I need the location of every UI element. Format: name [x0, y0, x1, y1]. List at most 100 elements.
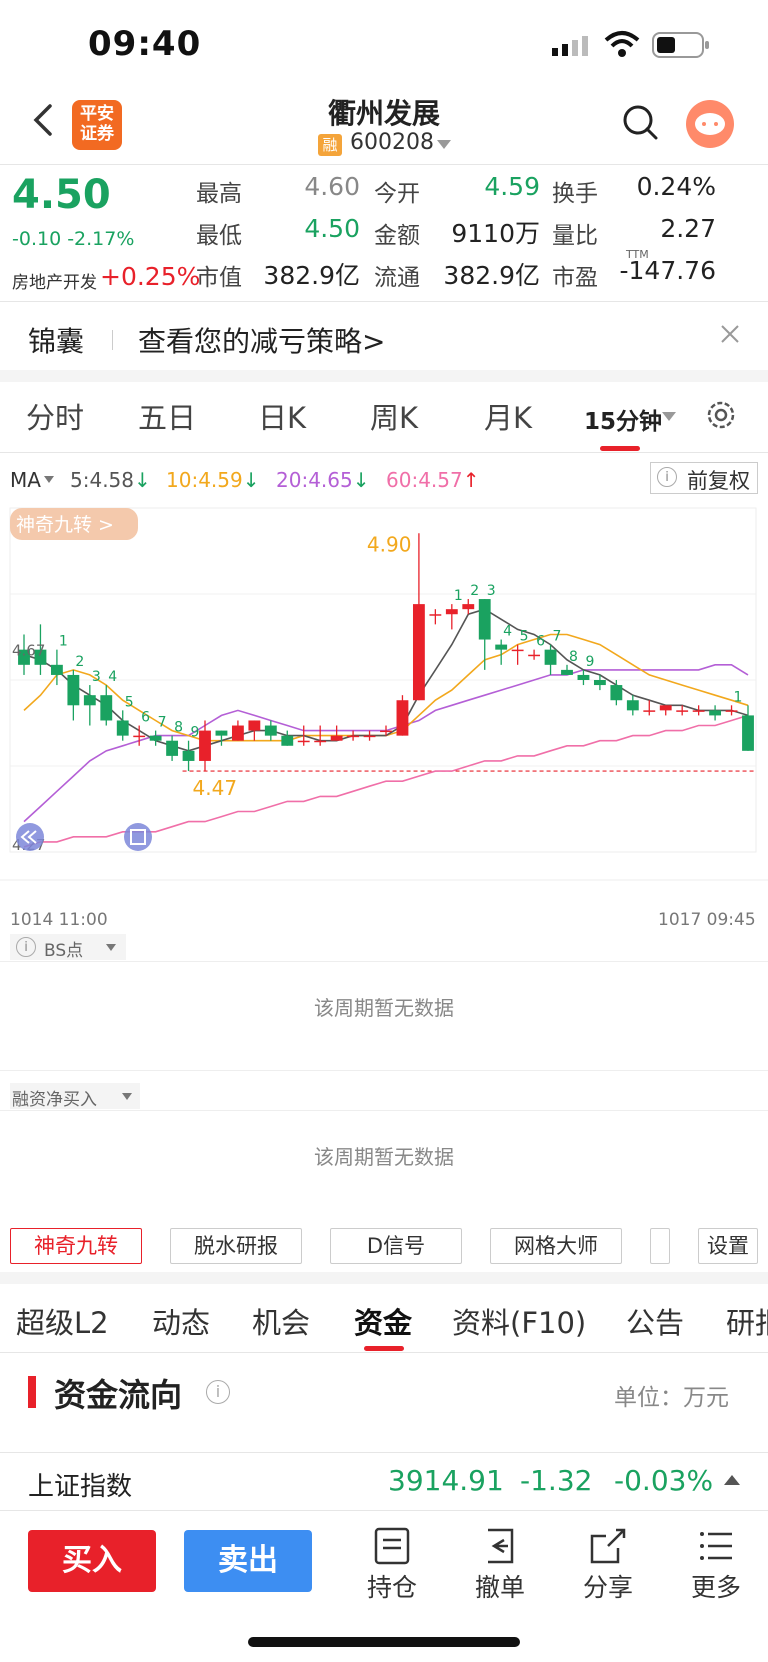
margin-tag: 融	[318, 134, 342, 156]
position-icon[interactable]	[372, 1526, 412, 1566]
candle-body	[742, 715, 754, 751]
candle-body	[231, 725, 244, 741]
share-label[interactable]: 分享	[568, 1568, 648, 1604]
code-dropdown-icon[interactable]	[437, 140, 451, 149]
candle-body	[544, 649, 557, 665]
divider	[0, 1510, 768, 1511]
ma10-text: 10:4.59	[166, 468, 243, 492]
time-end: 1017 09:45	[658, 910, 756, 930]
candle-body	[314, 740, 327, 743]
share-icon[interactable]	[588, 1526, 628, 1566]
candle-body	[182, 750, 195, 761]
position-label[interactable]: 持仓	[352, 1568, 432, 1604]
unit-label: 单位：万元	[614, 1385, 729, 1411]
candle-body	[643, 710, 656, 712]
tab-opportunity[interactable]: 机会	[252, 1300, 310, 1342]
kline-chart[interactable]: 12345678912345678914.904.474.674.27神奇九转 …	[0, 500, 768, 905]
td-count-label: 4	[503, 624, 512, 640]
tool-magic-nine[interactable]: 神奇九转	[10, 1228, 142, 1264]
tab-timeshare[interactable]: 分时	[26, 395, 84, 437]
ma10-value: 10:4.59↓	[166, 468, 259, 492]
divider	[0, 1352, 768, 1353]
tab-monthly-k[interactable]: 月K	[484, 395, 532, 437]
divider	[0, 1070, 768, 1071]
candle-body	[199, 730, 211, 761]
more-icon[interactable]	[696, 1526, 736, 1566]
price-change: -0.10 -2.17%	[12, 228, 135, 250]
tab-news[interactable]: 动态	[152, 1300, 210, 1342]
gear-icon[interactable]	[703, 397, 739, 433]
tab-five-day[interactable]: 五日	[138, 395, 196, 437]
low-price-label: 4.47	[193, 776, 238, 800]
tab-15min[interactable]: 15分钟	[584, 402, 662, 436]
sector-change[interactable]: +0.25%	[100, 262, 200, 291]
search-icon[interactable]	[620, 102, 660, 142]
expand-up-icon[interactable]	[724, 1475, 740, 1485]
capital-flow-title: 资金流向	[54, 1376, 183, 1414]
last-price: 4.50	[12, 172, 111, 218]
tab-research[interactable]: 研报	[726, 1300, 768, 1342]
candle-body	[725, 710, 738, 712]
close-icon[interactable]	[718, 322, 742, 346]
quote-value: 4.60	[304, 172, 360, 201]
candle-body	[676, 710, 689, 712]
index-change: -1.32	[520, 1464, 593, 1497]
ma-dropdown-icon[interactable]	[44, 476, 54, 483]
tab-weekly-k[interactable]: 周K	[370, 395, 418, 437]
candle-body	[50, 664, 63, 675]
margin-selector[interactable]: 融资净买入	[10, 1083, 140, 1110]
ma-label[interactable]: MA	[10, 468, 41, 492]
sector-name[interactable]: 房地产开发	[12, 268, 97, 293]
tool-grid-master[interactable]: 网格大师	[490, 1228, 622, 1264]
adjust-button[interactable]: i 前复权	[650, 462, 758, 494]
candle-body	[116, 720, 129, 736]
candle-body	[264, 725, 277, 736]
buy-button[interactable]: 买入	[28, 1530, 156, 1592]
tool-research[interactable]: 脱水研报	[170, 1228, 302, 1264]
candle-body	[380, 730, 392, 733]
margin-label: 融资净买入	[12, 1090, 97, 1110]
bs-point-label: BS点	[44, 941, 84, 961]
tab-level2[interactable]: 超级L2	[16, 1300, 109, 1342]
cancel-order-icon[interactable]	[480, 1526, 520, 1566]
tab-f10[interactable]: 资料(F10)	[452, 1300, 586, 1342]
td-count-label: 7	[158, 715, 167, 731]
ttm-superscript: TTM	[626, 248, 649, 261]
td-count-label: 4	[108, 669, 117, 685]
info-icon: i	[16, 937, 36, 957]
candle-body	[577, 674, 590, 680]
stock-code[interactable]: 600208	[350, 130, 434, 155]
tab-announcement[interactable]: 公告	[626, 1300, 684, 1342]
more-label[interactable]: 更多	[676, 1568, 756, 1604]
tip-title: 锦囊	[28, 325, 85, 358]
td-count-label: 5	[125, 694, 134, 710]
tool-settings[interactable]: 设置	[698, 1228, 758, 1264]
battery-icon	[652, 32, 709, 58]
td-count-label: 2	[75, 654, 84, 670]
tip-link[interactable]: 查看您的减亏策略>	[138, 320, 385, 360]
bs-point-selector[interactable]: i BS点	[10, 934, 126, 961]
tab-daily-k[interactable]: 日K	[258, 395, 306, 437]
quote-label: 市盈	[552, 265, 598, 291]
period-dropdown-icon[interactable]	[662, 412, 676, 421]
td-count-label: 1	[734, 689, 743, 705]
index-name[interactable]: 上证指数	[28, 1466, 132, 1503]
index-percent: -0.03%	[614, 1464, 714, 1497]
quote-label: 市值	[196, 265, 242, 291]
badge-text: 神奇九转 >	[16, 514, 114, 536]
tool-partial[interactable]	[650, 1228, 670, 1264]
candle-body	[100, 695, 113, 721]
cancel-order-label[interactable]: 撤单	[460, 1568, 540, 1604]
candle-body	[626, 700, 639, 711]
td-count-label: 5	[520, 629, 529, 645]
dropdown-icon	[106, 944, 116, 951]
tab-capital[interactable]: 资金	[354, 1300, 412, 1342]
td-count-label: 9	[191, 725, 200, 741]
tool-d-signal[interactable]: D信号	[330, 1228, 462, 1264]
quote-label: 金额	[374, 223, 420, 249]
assistant-avatar[interactable]	[686, 100, 734, 148]
ma5-value: 5:4.58↓	[70, 468, 151, 492]
ma60-arrow: ↑	[462, 468, 480, 492]
sell-button[interactable]: 卖出	[184, 1530, 312, 1592]
info-icon[interactable]: i	[206, 1380, 230, 1404]
